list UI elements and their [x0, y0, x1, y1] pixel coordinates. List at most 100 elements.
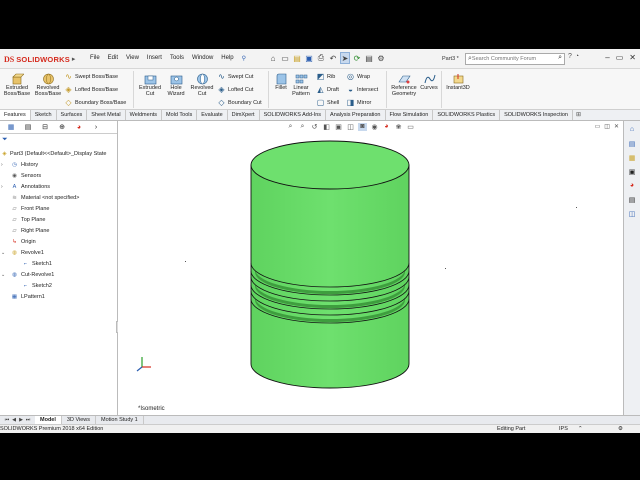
menu-view[interactable]: View — [122, 55, 143, 62]
menu-file[interactable]: File — [86, 55, 104, 62]
tree-item-lpattern1[interactable]: ▦ LPattern1 — [0, 291, 118, 302]
panel-more-icon[interactable]: › — [91, 122, 101, 132]
logo-menu-arrow-icon[interactable]: ▸ — [72, 55, 76, 63]
prev-tab-icon[interactable]: ◀ — [11, 417, 17, 423]
tab-motion-study-1[interactable]: Motion Study 1 — [96, 416, 144, 424]
tab-dimxpert[interactable]: DimXpert — [228, 110, 260, 120]
filter-icon[interactable]: ⏷ — [2, 136, 8, 144]
tree-item-sketch2[interactable]: ⌐ Sketch2 — [0, 280, 118, 291]
tree-item-revolve1[interactable]: ⌄ ◍ Revolve1 — [0, 247, 118, 258]
file-explorer-icon[interactable]: ▦ — [627, 152, 638, 163]
tab-sketch[interactable]: Sketch — [31, 110, 57, 120]
user-icon[interactable]: ◔ — [575, 53, 579, 60]
menu-window[interactable]: Window — [188, 55, 217, 62]
tab-surfaces[interactable]: Surfaces — [57, 110, 88, 120]
pin-icon[interactable]: ⚲ — [238, 55, 250, 62]
tab-weldments[interactable]: Weldments — [126, 110, 163, 120]
tab-mold-tools[interactable]: Mold Tools — [162, 110, 198, 120]
resources-home-icon[interactable]: ⌂ — [627, 124, 638, 135]
fillet-button[interactable]: Fillet — [272, 72, 290, 91]
mirror-button[interactable]: ◨ Mirror — [346, 98, 372, 107]
hole-wizard-button[interactable]: Hole Wizard — [162, 72, 190, 97]
rebuild-icon[interactable]: ⟳ — [352, 52, 362, 64]
expand-arrow-icon[interactable]: › — [1, 162, 7, 168]
minimize-icon[interactable]: – — [605, 53, 609, 62]
menu-tools[interactable]: Tools — [166, 55, 188, 62]
tab-sheet-metal[interactable]: Sheet Metal — [87, 110, 126, 120]
tree-item-origin[interactable]: ↳ Origin — [0, 236, 118, 247]
expand-arrow-icon[interactable]: › — [1, 184, 7, 190]
tree-item-annotations[interactable]: › A Annotations — [0, 181, 118, 192]
open-icon[interactable]: ▤ — [292, 52, 302, 64]
search-box[interactable]: ⌕ ⌕ — [465, 53, 565, 65]
shell-button[interactable]: ▢ Shell — [316, 98, 340, 107]
status-units[interactable]: IPS — [559, 426, 568, 432]
tab-inspection[interactable]: SOLIDWORKS Inspection — [500, 110, 573, 120]
tab-features[interactable]: Features — [0, 110, 31, 120]
solidworks-logo[interactable]: DS SOLIDWORKS ▸ — [4, 52, 76, 66]
collapse-arrow-icon[interactable]: ⌄ — [1, 250, 7, 256]
close-icon[interactable]: ✕ — [629, 53, 636, 62]
tree-item-material[interactable]: ≋ Material <not specified> — [0, 192, 118, 203]
appearances-icon[interactable]: ◕ — [627, 180, 638, 191]
tree-item-sensors[interactable]: ◉ Sensors — [0, 170, 118, 181]
tab-analysis-preparation[interactable]: Analysis Preparation — [326, 110, 386, 120]
menu-insert[interactable]: Insert — [143, 55, 166, 62]
tab-evaluate[interactable]: Evaluate — [197, 110, 228, 120]
next-tab-icon[interactable]: ▶ — [18, 417, 24, 423]
tree-item-sketch1[interactable]: ⌐ Sketch1 — [0, 258, 118, 269]
file-properties-icon[interactable]: ▤ — [364, 52, 374, 64]
tab-addins[interactable]: SOLIDWORKS Add-Ins — [260, 110, 327, 120]
tab-model[interactable]: Model — [35, 416, 62, 424]
last-tab-icon[interactable]: ⏭ — [25, 417, 31, 423]
rib-button[interactable]: ◩ Rib — [316, 72, 336, 81]
boundary-boss-button[interactable]: ◇ Boundary Boss/Base — [64, 98, 126, 107]
revolved-boss-button[interactable]: Revolved Boss/Base — [33, 72, 63, 97]
linear-pattern-button[interactable]: Linear Pattern — [290, 72, 312, 97]
extruded-cut-button[interactable]: Extruded Cut — [136, 72, 164, 97]
dimxpert-tab-icon[interactable]: ⊕ — [57, 122, 67, 132]
lofted-boss-button[interactable]: ◈ Lofted Boss/Base — [64, 85, 118, 94]
reference-geometry-button[interactable]: Reference Geometry — [388, 72, 420, 97]
view-palette-icon[interactable]: ▣ — [627, 166, 638, 177]
lofted-cut-button[interactable]: ◈ Lofted Cut — [217, 85, 253, 94]
tab-flow-simulation[interactable]: Flow Simulation — [386, 110, 434, 120]
feature-tree-tab-icon[interactable]: ▦ — [6, 122, 16, 132]
wrap-button[interactable]: ◎ Wrap — [346, 72, 370, 81]
configuration-tab-icon[interactable]: ⊟ — [40, 122, 50, 132]
curves-button[interactable]: Curves — [419, 72, 439, 91]
swept-boss-button[interactable]: ∿ Swept Boss/Base — [64, 72, 118, 81]
new-document-icon[interactable]: ▭ — [280, 52, 290, 64]
home-icon[interactable]: ⌂ — [268, 52, 278, 64]
tabs-overflow-icon[interactable]: ⊞ — [573, 110, 584, 120]
piston-cylinder[interactable] — [250, 140, 410, 389]
custom-properties-icon[interactable]: ▤ — [627, 194, 638, 205]
save-icon[interactable]: ▣ — [304, 52, 314, 64]
tree-item-history[interactable]: › ◷ History — [0, 159, 118, 170]
swept-cut-button[interactable]: ∿ Swept Cut — [217, 72, 253, 81]
menu-edit[interactable]: Edit — [104, 55, 122, 62]
extruded-boss-button[interactable]: Extruded Boss/Base — [2, 72, 32, 97]
collapse-arrow-icon[interactable]: ⌄ — [1, 272, 7, 278]
select-icon[interactable]: ➤ — [340, 52, 350, 64]
tab-plastics[interactable]: SOLIDWORKS Plastics — [433, 110, 501, 120]
tree-item-front-plane[interactable]: ▱ Front Plane — [0, 203, 118, 214]
part-model-canvas[interactable] — [118, 121, 623, 415]
draft-button[interactable]: ◭ Draft — [316, 85, 339, 94]
help-question-icon[interactable]: ? — [568, 53, 572, 60]
search-go-icon[interactable]: ⌕ — [558, 54, 562, 62]
status-options-icon[interactable]: ⚙ — [618, 426, 623, 432]
tree-item-top-plane[interactable]: ▱ Top Plane — [0, 214, 118, 225]
graphics-viewport[interactable]: ⌕ ⌕ ↺ ◧ ▣ ◫ ◙ ◉ ◕ ❀ ▭ ▭ ◫ ✕ *Isometric — [118, 121, 623, 415]
intersect-button[interactable]: ◒ Intersect — [346, 85, 378, 94]
search-input[interactable] — [471, 56, 554, 62]
options-gear-icon[interactable]: ⚙ — [376, 52, 386, 64]
design-library-icon[interactable]: ▤ — [627, 138, 638, 149]
instant3d-button[interactable]: Instant3D — [443, 72, 473, 91]
print-icon[interactable]: ⎙ — [316, 52, 326, 64]
units-dropdown-icon[interactable]: ⌃ — [578, 426, 583, 432]
maximize-icon[interactable]: ▭ — [616, 53, 624, 62]
display-manager-tab-icon[interactable]: ◕ — [74, 122, 84, 132]
tree-root-part[interactable]: ◈ Part3 (Default<<Default>_Display State — [0, 148, 118, 159]
solidworks-forum-icon[interactable]: ◫ — [627, 208, 638, 219]
